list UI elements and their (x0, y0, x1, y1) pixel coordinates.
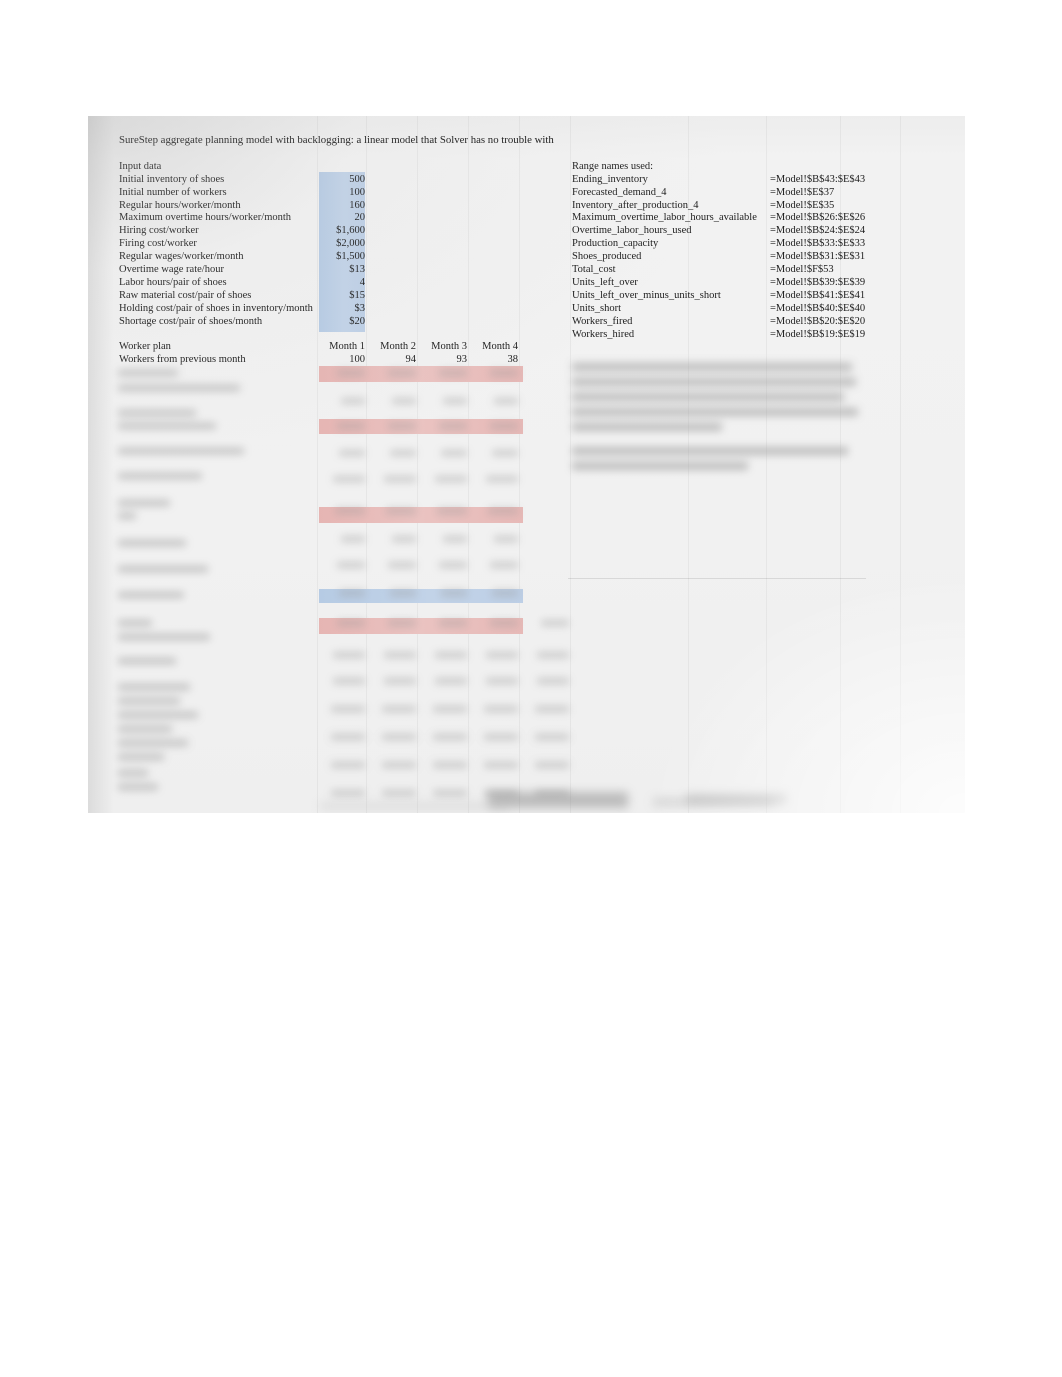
input-row-label: Overtime wage rate/hour (119, 264, 224, 275)
input-data-heading: Input data (119, 161, 162, 172)
input-row-label: Shortage cost/pair of shoes/month (119, 316, 263, 327)
range-name: Production_capacity (572, 238, 659, 249)
range-name: Overtime_labor_hours_used (572, 225, 692, 236)
range-name: Forecasted_demand_4 (572, 187, 667, 198)
range-ref: =Model!$E$35 (770, 200, 835, 211)
input-row-label: Hiring cost/worker (119, 225, 199, 236)
range-name: Workers_hired (572, 329, 635, 340)
input-row-value: 500 (349, 174, 365, 185)
range-name: Ending_inventory (572, 174, 648, 185)
blurred-explanatory-note (570, 361, 866, 511)
input-row-value: $1,600 (336, 225, 365, 236)
month-header: Month 4 (482, 341, 518, 352)
range-ref: =Model!$B$40:$E$40 (770, 303, 866, 314)
input-row-value: 100 (349, 187, 365, 198)
range-ref: =Model!$B$20:$E$20 (770, 316, 866, 327)
page-bottom-smudge (320, 802, 510, 810)
input-row-label: Initial number of workers (119, 187, 227, 198)
range-ref: =Model!$F$53 (770, 264, 834, 275)
input-row-value: $20 (349, 316, 365, 327)
range-name: Total_cost (572, 264, 616, 275)
range-name: Units_short (572, 303, 622, 314)
blurred-model-values (319, 366, 609, 813)
input-row-value: $1,500 (336, 251, 365, 262)
input-row-value: 160 (349, 200, 365, 211)
worker-plan-row-label: Workers from previous month (119, 354, 246, 365)
worker-plan-row-value: 38 (507, 354, 519, 365)
worker-plan-heading: Worker plan (119, 341, 171, 352)
input-row-label: Initial inventory of shoes (119, 174, 225, 185)
input-row-value: $3 (354, 303, 366, 314)
range-ref: =Model!$B$39:$E$39 (770, 277, 866, 288)
range-name: Units_left_over (572, 277, 638, 288)
blurred-model-labels (116, 368, 326, 808)
range-ref: =Model!$B$19:$E$19 (770, 329, 866, 340)
input-row-value: $15 (349, 290, 365, 301)
range-ref: =Model!$E$37 (770, 187, 835, 198)
input-row-label: Regular wages/worker/month (119, 251, 244, 262)
spreadsheet-page: SureStep aggregate planning model with b… (88, 116, 965, 813)
page-title: SureStep aggregate planning model with b… (119, 134, 554, 146)
range-ref: =Model!$B$41:$E$41 (770, 290, 866, 301)
input-row-label: Regular hours/worker/month (119, 200, 241, 211)
range-name: Inventory_after_production_4 (572, 200, 699, 211)
range-ref: =Model!$B$43:$E$43 (770, 174, 866, 185)
range-name: Workers_fired (572, 316, 633, 327)
input-row-value: $2,000 (336, 238, 365, 249)
range-names-heading: Range names used: (572, 161, 654, 172)
page-bottom-smudge (686, 794, 786, 804)
range-ref: =Model!$B$31:$E$31 (770, 251, 866, 262)
range-name: Maximum_overtime_labor_hours_available (572, 212, 757, 223)
input-row-label: Labor hours/pair of shoes (119, 277, 227, 288)
range-ref: =Model!$B$33:$E$33 (770, 238, 866, 249)
column-guide (900, 116, 901, 813)
input-row-value: 20 (354, 212, 366, 223)
range-ref: =Model!$B$26:$E$26 (770, 212, 866, 223)
input-row-value: 4 (359, 277, 365, 288)
range-name: Units_left_over_minus_units_short (572, 290, 721, 301)
input-row-label: Holding cost/pair of shoes in inventory/… (119, 303, 313, 314)
input-row-value: $13 (349, 264, 365, 275)
input-row-label: Raw material cost/pair of shoes (119, 290, 252, 301)
input-row-label: Maximum overtime hours/worker/month (119, 212, 292, 223)
range-name: Shoes_produced (572, 251, 642, 262)
range-ref: =Model!$B$24:$E$24 (770, 225, 866, 236)
input-row-label: Firing cost/worker (119, 238, 197, 249)
